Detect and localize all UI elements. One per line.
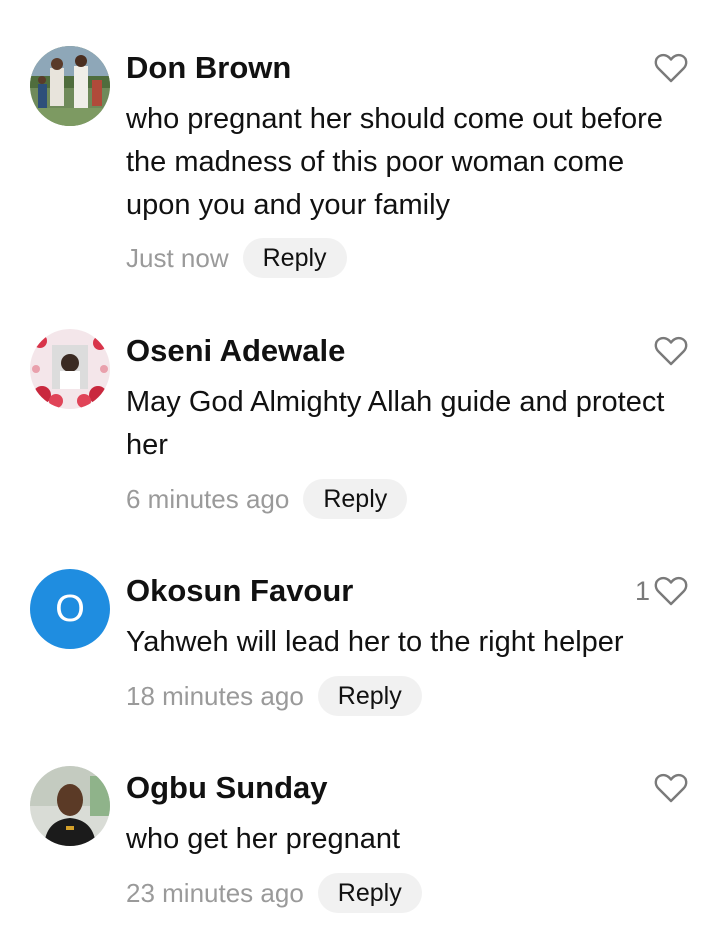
comment-text: May God Almighty Allah guide and protect… <box>126 386 665 461</box>
avatar[interactable]: O <box>30 569 110 649</box>
reply-button[interactable]: Reply <box>317 676 422 716</box>
heart-outline-icon[interactable] <box>654 53 688 83</box>
comment-time: Just now <box>126 242 229 273</box>
avatar-photo <box>30 46 110 126</box>
comment-text: who get her pregnant <box>126 823 401 855</box>
avatar[interactable] <box>30 329 110 409</box>
avatar-initial: O <box>55 587 85 630</box>
comment-text: Yahweh will lead her to the right helper <box>126 626 624 658</box>
like-button[interactable] <box>650 770 688 806</box>
comment-meta: 23 minutes ago Reply <box>126 873 422 913</box>
heart-outline-icon[interactable] <box>654 336 688 366</box>
reply-button[interactable]: Reply <box>317 873 422 913</box>
reply-button[interactable]: Reply <box>303 479 408 519</box>
avatar[interactable] <box>30 46 110 126</box>
comment-meta: Just now Reply <box>126 238 347 278</box>
comment-time: 23 minutes ago <box>126 877 304 908</box>
commenter-name[interactable]: Okosun Favour <box>126 573 353 609</box>
comment-meta: 6 minutes ago Reply <box>126 479 408 519</box>
comment-meta: 18 minutes ago Reply <box>126 676 422 716</box>
reply-button[interactable]: Reply <box>242 238 347 278</box>
like-button[interactable] <box>650 50 688 86</box>
heart-outline-icon[interactable] <box>654 576 688 606</box>
like-button[interactable]: 1 <box>635 573 688 609</box>
avatar-photo <box>30 329 110 409</box>
like-count: 1 <box>634 575 650 606</box>
commenter-name[interactable]: Oseni Adewale <box>126 333 345 369</box>
commenter-name[interactable]: Don Brown <box>126 50 291 86</box>
commenter-name[interactable]: Ogbu Sunday <box>126 770 328 806</box>
heart-outline-icon[interactable] <box>654 773 688 803</box>
avatar-photo <box>30 766 110 846</box>
avatar[interactable] <box>30 766 110 846</box>
comment-time: 18 minutes ago <box>126 680 304 711</box>
comment-text: who pregnant her should come out before … <box>126 103 663 221</box>
like-button[interactable] <box>650 333 688 369</box>
comment-time: 6 minutes ago <box>126 483 290 514</box>
